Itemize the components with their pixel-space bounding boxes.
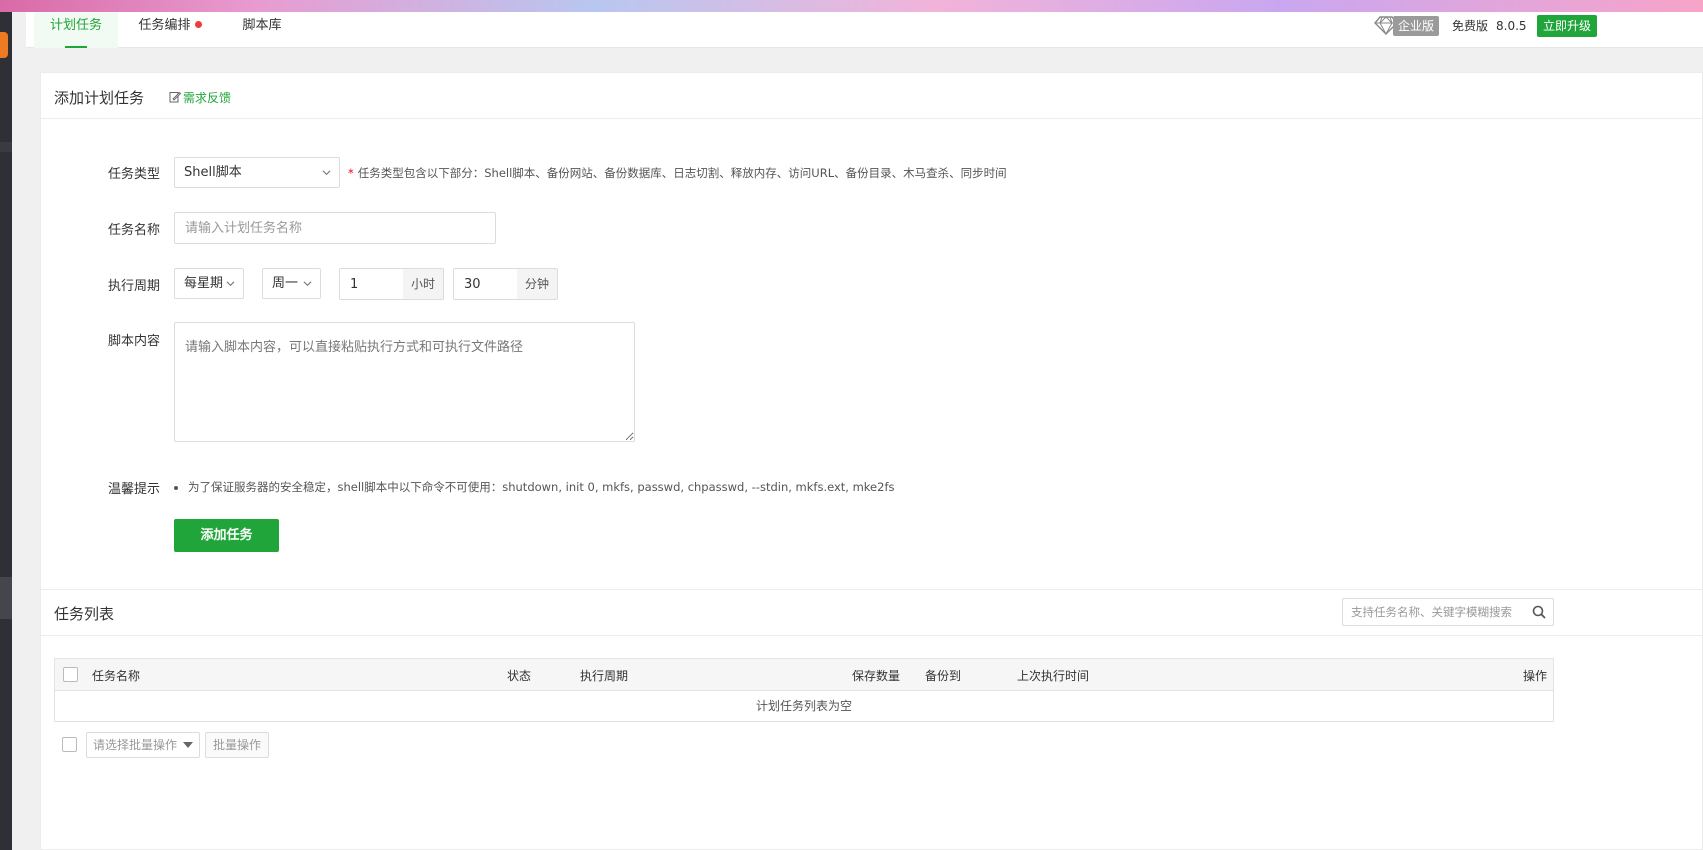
task-list-title: 任务列表 xyxy=(54,605,115,623)
minute-input[interactable] xyxy=(453,268,518,300)
sidebar-orange-tab[interactable] xyxy=(0,32,8,58)
enterprise-badge[interactable]: 企业版 xyxy=(1393,16,1440,36)
search-input[interactable] xyxy=(1343,599,1523,625)
period-value: 每星期 xyxy=(184,276,224,291)
chevron-down-icon xyxy=(226,281,235,287)
tab-scheduled-tasks[interactable]: 计划任务 xyxy=(34,12,118,48)
column-header-backup-to: 备份到 xyxy=(925,669,962,683)
sidebar-band xyxy=(0,142,12,152)
weekday-select[interactable]: 周一 xyxy=(262,268,321,299)
search-box xyxy=(1342,598,1554,626)
task-type-hint-text: 任务类型包含以下部分：Shell脚本、备份网站、备份数据库、日志切割、释放内存、… xyxy=(357,166,1007,180)
script-textarea[interactable] xyxy=(174,322,635,442)
column-header-last-run: 上次执行时间 xyxy=(1017,669,1090,683)
task-name-label: 任务名称 xyxy=(108,223,161,238)
required-marker: * xyxy=(348,166,354,180)
main-frame: 计划任务 任务编排 脚本库 企业版 免费版 8.0.5 立即升级 添加计划任务 xyxy=(26,12,1703,850)
task-type-label: 任务类型 xyxy=(108,167,161,182)
add-task-button[interactable]: 添加任务 xyxy=(174,519,279,552)
tab-label: 任务编排 xyxy=(138,18,191,33)
task-list-panel: 任务列表 任务名称 状态 执行周期 保存数量 备份到 上次执行时间 操作 计划任… xyxy=(40,589,1703,850)
tip-label: 温馨提示 xyxy=(108,482,161,497)
select-all-checkbox[interactable] xyxy=(63,667,78,682)
feedback-link[interactable]: 需求反馈 xyxy=(169,89,231,106)
minute-unit-label: 分钟 xyxy=(517,268,558,300)
task-name-input[interactable] xyxy=(174,212,496,244)
task-list-header: 任务列表 xyxy=(41,590,1702,636)
cycle-label: 执行周期 xyxy=(108,279,161,294)
column-header-status: 状态 xyxy=(507,669,532,683)
panel-title: 添加计划任务 xyxy=(54,89,145,107)
script-label: 脚本内容 xyxy=(108,334,161,349)
task-table: 任务名称 状态 执行周期 保存数量 备份到 上次执行时间 操作 计划任务列表为空 xyxy=(54,658,1554,722)
free-edition-label: 免费版 xyxy=(1452,19,1489,33)
notification-dot xyxy=(194,21,202,28)
left-sidebar-edge xyxy=(0,12,12,850)
task-type-select[interactable]: Shell脚本 xyxy=(174,157,340,188)
task-type-hint: * 任务类型包含以下部分：Shell脚本、备份网站、备份数据库、日志切割、释放内存… xyxy=(348,165,1007,181)
tab-script-library[interactable]: 脚本库 xyxy=(232,12,292,48)
weekday-value: 周一 xyxy=(272,276,299,291)
batch-operation-button[interactable]: 批量操作 xyxy=(205,732,269,758)
column-header-keep-count: 保存数量 xyxy=(852,669,901,683)
column-header-cycle: 执行周期 xyxy=(580,669,629,683)
panel-header: 添加计划任务 需求反馈 xyxy=(41,73,1702,119)
hour-unit-label: 小时 xyxy=(403,268,444,300)
version-area: 企业版 免费版 8.0.5 立即升级 xyxy=(1326,12,1703,40)
table-header: 任务名称 状态 执行周期 保存数量 备份到 上次执行时间 操作 xyxy=(55,659,1553,691)
edit-icon xyxy=(169,91,181,103)
batch-operation-select[interactable]: 请选择批量操作 xyxy=(86,732,200,758)
top-banner-strip xyxy=(0,0,1703,12)
empty-list-message: 计划任务列表为空 xyxy=(755,699,852,713)
upgrade-button[interactable]: 立即升级 xyxy=(1537,15,1598,37)
column-header-actions: 操作 xyxy=(1523,669,1548,683)
tab-label: 脚本库 xyxy=(242,18,282,33)
batch-select-checkbox[interactable] xyxy=(62,737,77,752)
tip-text: 为了保证服务器的安全稳定，shell脚本中以下命令不可使用：shutdown, … xyxy=(188,480,895,494)
search-icon[interactable] xyxy=(1532,605,1546,619)
tip-text-line: 为了保证服务器的安全稳定，shell脚本中以下命令不可使用：shutdown, … xyxy=(174,479,894,495)
hour-input[interactable] xyxy=(339,268,404,300)
bullet-icon xyxy=(174,485,178,490)
batch-select-placeholder: 请选择批量操作 xyxy=(93,738,178,752)
add-task-panel: 添加计划任务 需求反馈 任务类型 Shell脚本 * 任务类型包含以下部分：She… xyxy=(40,72,1703,599)
chevron-down-icon xyxy=(303,281,312,287)
sidebar-band xyxy=(0,577,12,619)
tab-task-orchestration[interactable]: 任务编排 xyxy=(130,12,210,48)
tab-label: 计划任务 xyxy=(49,18,102,33)
task-type-value: Shell脚本 xyxy=(184,165,242,180)
caret-down-icon xyxy=(183,742,193,748)
chevron-down-icon xyxy=(322,170,331,176)
version-number: 8.0.5 xyxy=(1496,19,1527,33)
column-header-name: 任务名称 xyxy=(92,669,141,683)
period-select[interactable]: 每星期 xyxy=(174,268,244,299)
feedback-label: 需求反馈 xyxy=(183,91,232,105)
tab-bar: 计划任务 任务编排 脚本库 企业版 免费版 8.0.5 立即升级 xyxy=(26,12,1703,48)
